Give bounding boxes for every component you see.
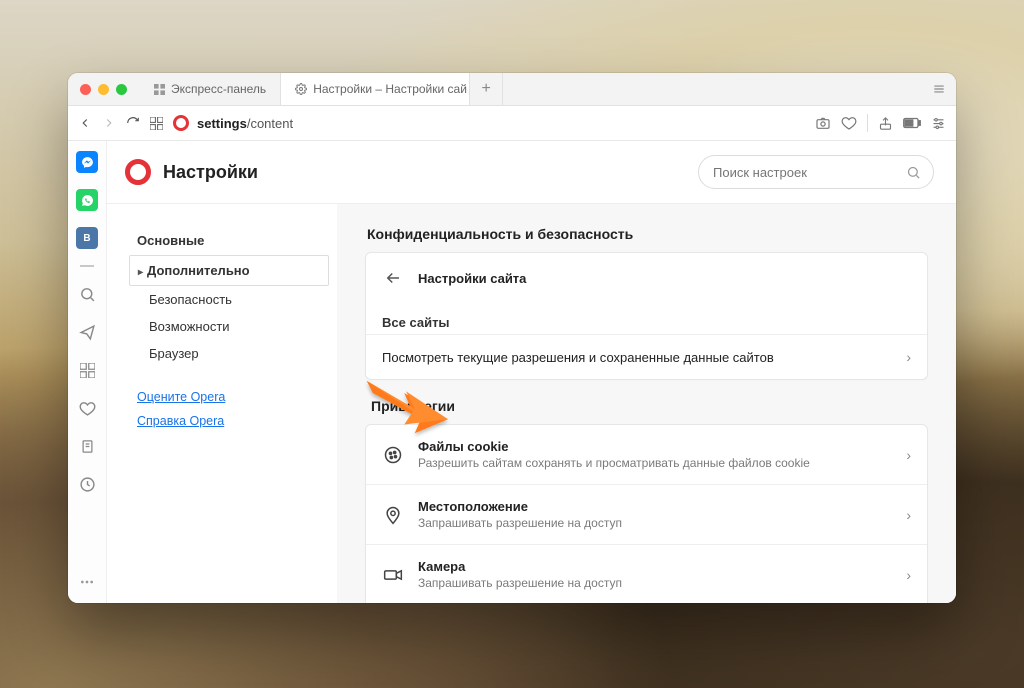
- chevron-right-icon: ›: [906, 567, 911, 583]
- tab-speed-dial[interactable]: Экспресс-панель: [139, 73, 281, 105]
- address-bar: settings/content: [68, 106, 956, 141]
- notes-icon[interactable]: [76, 435, 98, 457]
- nav-security[interactable]: Безопасность: [129, 286, 329, 313]
- page-body: B Настройки: [68, 141, 956, 603]
- row-subtitle: Разрешить сайтам сохранять и просматрива…: [418, 456, 892, 470]
- apps-grid-icon[interactable]: [76, 359, 98, 381]
- maximize-window-icon[interactable]: [116, 84, 127, 95]
- settings-nav: Основные Дополнительно Безопасность Возм…: [107, 204, 337, 603]
- chevron-right-icon: ›: [906, 507, 911, 523]
- new-tab-button[interactable]: +: [470, 73, 503, 105]
- history-icon[interactable]: [76, 473, 98, 495]
- camera-icon: [382, 564, 404, 586]
- send-icon[interactable]: [76, 321, 98, 343]
- chevron-right-icon: ›: [906, 447, 911, 463]
- bookmark-button[interactable]: [841, 115, 857, 131]
- back-button[interactable]: [78, 116, 92, 130]
- search-icon: [906, 165, 921, 180]
- url-field[interactable]: settings/content: [173, 115, 805, 131]
- row-title: Настройки сайта: [418, 271, 911, 286]
- minimize-window-icon[interactable]: [98, 84, 109, 95]
- row-location[interactable]: Местоположение Запрашивать разрешение на…: [366, 484, 927, 544]
- tab-label: Настройки – Настройки сай: [313, 82, 467, 96]
- whatsapp-icon[interactable]: [76, 189, 98, 211]
- settings-header: Настройки: [107, 141, 956, 204]
- arrow-left-icon: [382, 267, 404, 289]
- more-icon[interactable]: [76, 571, 98, 593]
- close-window-icon[interactable]: [80, 84, 91, 95]
- heart-sidebar-icon[interactable]: [76, 397, 98, 419]
- url-text: settings/content: [197, 116, 293, 131]
- row-subtitle: Запрашивать разрешение на доступ: [418, 516, 892, 530]
- settings-main: Конфиденциальность и безопасность Настро…: [337, 204, 956, 603]
- tab-label: Экспресс-панель: [171, 82, 266, 96]
- search-input[interactable]: [711, 164, 898, 181]
- search-sidebar-icon[interactable]: [76, 283, 98, 305]
- row-title: Камера: [418, 559, 892, 574]
- row-site-settings-back[interactable]: Настройки сайта: [366, 253, 927, 303]
- card-site-settings: Настройки сайта Все сайты Посмотреть тек…: [365, 252, 928, 380]
- row-view-all-sites[interactable]: Посмотреть текущие разрешения и сохранен…: [366, 334, 927, 379]
- tab-settings[interactable]: Настройки – Настройки сай: [281, 73, 470, 105]
- subsection-privileges: Привилегии: [371, 398, 928, 414]
- snapshot-button[interactable]: [815, 115, 831, 131]
- browser-window: Экспресс-панель Настройки – Настройки са…: [68, 73, 956, 603]
- settings-search[interactable]: [698, 155, 934, 189]
- tab-strip: Экспресс-панель Настройки – Настройки са…: [68, 73, 956, 106]
- opera-icon: [173, 115, 189, 131]
- nav-features[interactable]: Возможности: [129, 313, 329, 340]
- tab-menu-button[interactable]: [922, 73, 956, 105]
- card-privileges: Файлы cookie Разрешить сайтам сохранять …: [365, 424, 928, 603]
- nav-basics[interactable]: Основные: [129, 226, 329, 255]
- row-title: Файлы cookie: [418, 439, 892, 454]
- row-cookies[interactable]: Файлы cookie Разрешить сайтам сохранять …: [366, 425, 927, 484]
- vk-icon[interactable]: B: [76, 227, 98, 249]
- easy-setup-button[interactable]: [931, 116, 946, 131]
- cookie-icon: [382, 444, 404, 466]
- share-button[interactable]: [878, 116, 893, 131]
- row-title: Местоположение: [418, 499, 892, 514]
- grid-icon: [153, 83, 165, 95]
- settings-content: Настройки Основные Дополнительно Безопас…: [107, 141, 956, 603]
- gear-icon: [295, 83, 307, 95]
- reload-button[interactable]: [126, 116, 140, 130]
- nav-advanced[interactable]: Дополнительно: [129, 255, 329, 286]
- nav-help-opera[interactable]: Справка Opera: [129, 409, 329, 433]
- page-title: Настройки: [163, 162, 258, 183]
- battery-saver-button[interactable]: [903, 117, 921, 129]
- opera-logo-icon: [125, 159, 151, 185]
- row-camera[interactable]: Камера Запрашивать разрешение на доступ …: [366, 544, 927, 603]
- row-title: Посмотреть текущие разрешения и сохранен…: [382, 350, 892, 365]
- chevron-right-icon: ›: [906, 349, 911, 365]
- traffic-lights: [68, 73, 139, 105]
- sidebar: B: [68, 141, 107, 603]
- nav-rate-opera[interactable]: Оцените Opera: [129, 385, 329, 409]
- subsection-all-sites: Все сайты: [366, 303, 927, 334]
- row-subtitle: Запрашивать разрешение на доступ: [418, 576, 892, 590]
- nav-browser[interactable]: Браузер: [129, 340, 329, 367]
- messenger-icon[interactable]: [76, 151, 98, 173]
- speed-dial-button[interactable]: [150, 117, 163, 130]
- location-icon: [382, 504, 404, 526]
- divider: [80, 265, 94, 267]
- section-privacy-title: Конфиденциальность и безопасность: [367, 226, 928, 242]
- forward-button[interactable]: [102, 116, 116, 130]
